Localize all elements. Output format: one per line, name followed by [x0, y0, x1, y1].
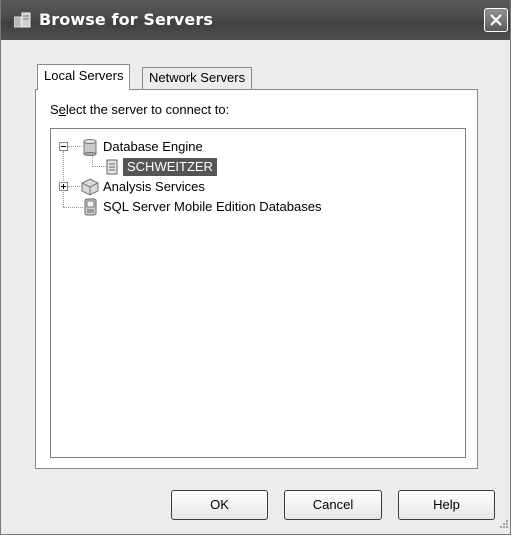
- tree-node-label: SCHWEITZER: [123, 158, 217, 176]
- window-title: Browse for Servers: [39, 10, 213, 29]
- cancel-button[interactable]: Cancel: [284, 490, 382, 520]
- tree-node-label: Database Engine: [103, 139, 203, 154]
- accelerator-key: e: [58, 102, 66, 117]
- title-bar[interactable]: Browse for Servers: [1, 0, 510, 40]
- browse-for-servers-dialog: Browse for Servers Local Servers Network…: [0, 0, 511, 535]
- tab-area: Local Servers Network Servers Select the…: [1, 40, 510, 534]
- tree-node-label: Analysis Services: [103, 179, 205, 194]
- tree-node-sql-mobile[interactable]: SQL Server Mobile Edition Databases: [59, 198, 399, 216]
- close-button[interactable]: [484, 8, 508, 32]
- expand-icon[interactable]: [59, 182, 68, 191]
- database-icon: [83, 139, 97, 161]
- tab-network-servers[interactable]: Network Servers: [142, 67, 253, 90]
- tab-local-servers[interactable]: Local Servers: [37, 64, 131, 90]
- resize-grip-icon[interactable]: [499, 517, 509, 532]
- server-browse-icon: [13, 12, 32, 28]
- collapse-icon[interactable]: [59, 142, 68, 151]
- tree-node-database-engine[interactable]: Database Engine: [59, 138, 359, 156]
- help-button[interactable]: Help: [398, 490, 495, 520]
- tree-node-analysis-services[interactable]: Analysis Services: [59, 178, 359, 196]
- server-prompt-label: Select the server to connect to:: [50, 102, 230, 117]
- server-tree[interactable]: Database Engine SCHWEITZER Analysis Serv…: [50, 128, 466, 458]
- server-icon: [106, 159, 118, 180]
- tree-node-schweitzer[interactable]: SCHWEITZER: [106, 158, 306, 176]
- close-icon: [490, 14, 502, 26]
- local-servers-panel: Select the server to connect to: Databas…: [35, 89, 478, 469]
- ok-button[interactable]: OK: [171, 490, 268, 520]
- tree-node-label: SQL Server Mobile Edition Databases: [103, 199, 322, 214]
- mobile-db-icon: [84, 198, 97, 221]
